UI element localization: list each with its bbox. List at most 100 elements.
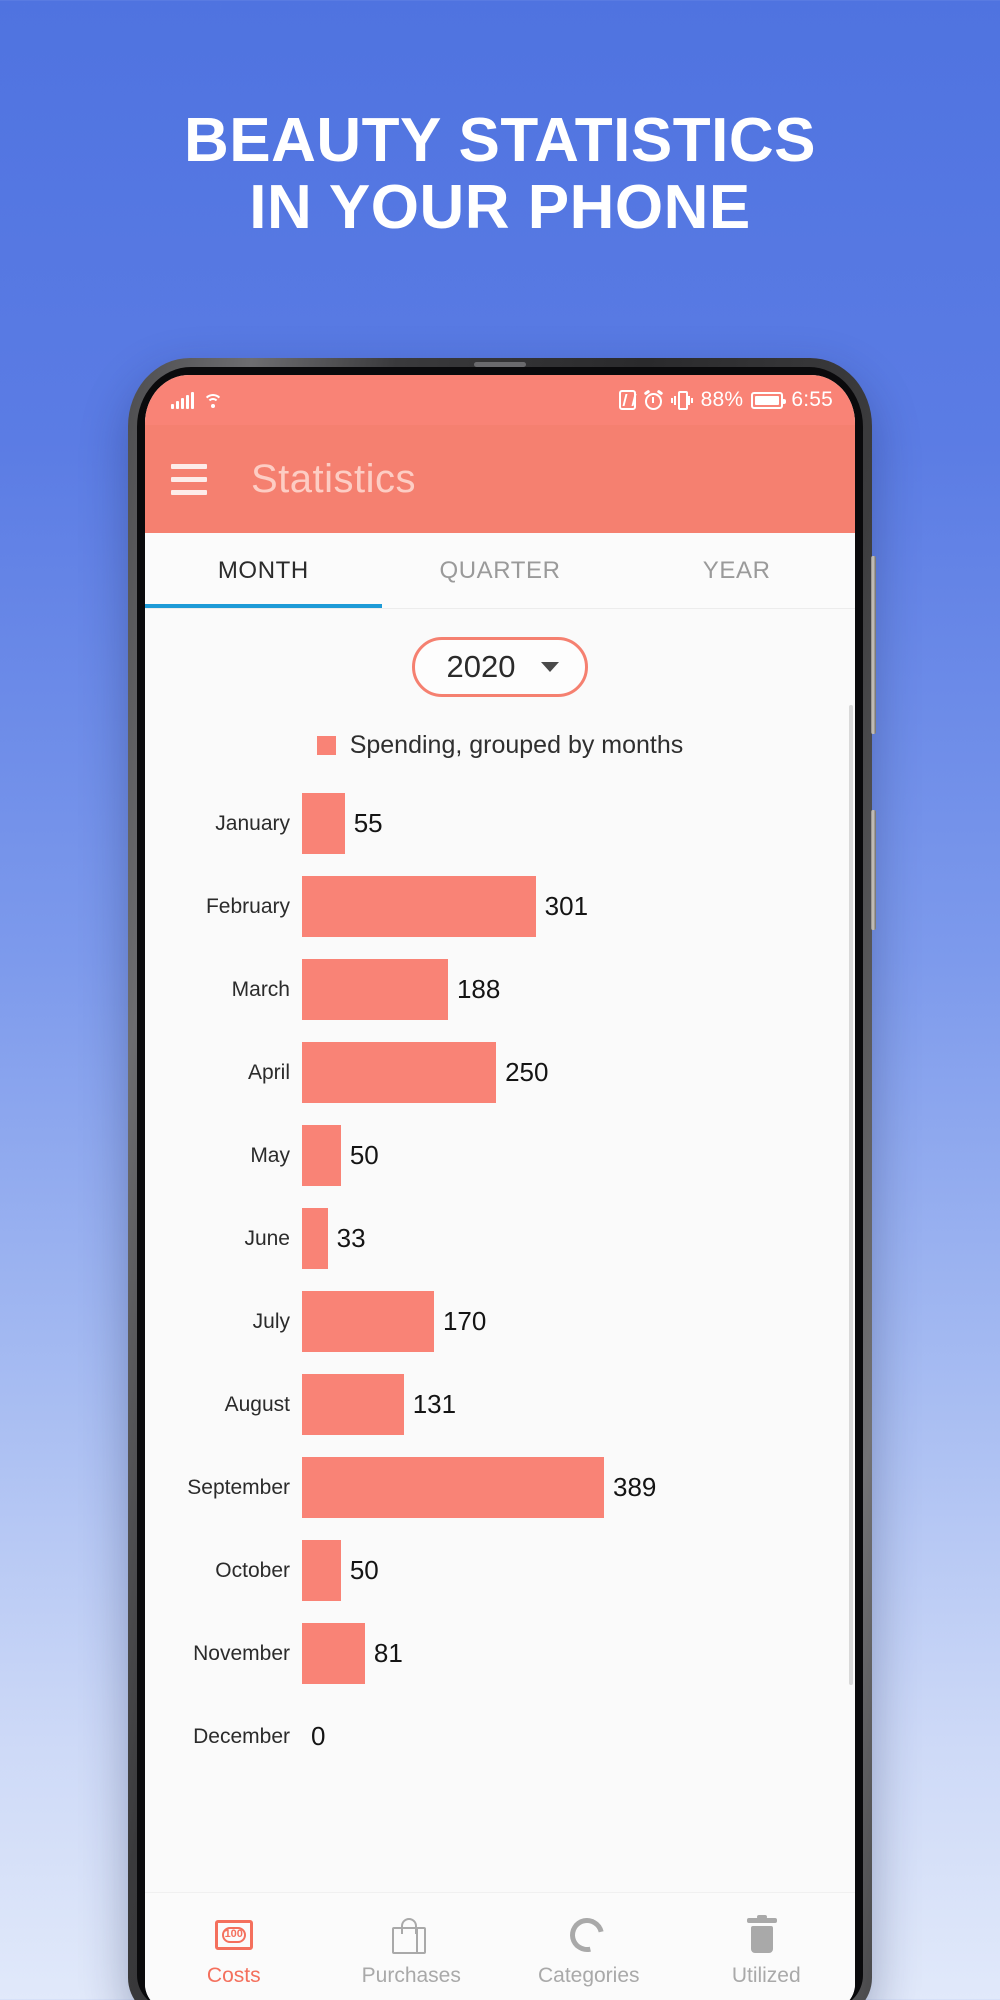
status-bar: 88% 6:55	[145, 375, 855, 425]
bar-category-label: February	[205, 894, 290, 918]
bar-value-label: 0	[311, 1721, 326, 1751]
shopping-bag-icon	[392, 1916, 430, 1954]
bar-value-label: 33	[336, 1223, 366, 1253]
bar-track: 250	[302, 1042, 843, 1103]
bar-chart-row[interactable]: March 188	[145, 948, 843, 1031]
bar-category-label: October	[215, 1558, 290, 1582]
phone-device-frame: 88% 6:55 Statistics MONTH QUARTER YEAR 2…	[128, 358, 876, 2000]
bar-track: 131	[302, 1374, 843, 1435]
bar-value-label: 250	[505, 1057, 549, 1087]
legend-label-spending: Spending, grouped by months	[349, 731, 684, 759]
bar-chart-row[interactable]: May 50	[145, 1114, 843, 1197]
bar-category-label: April	[247, 1060, 290, 1084]
bar-fill	[302, 1042, 497, 1103]
bar-fill	[302, 959, 448, 1020]
phone-power-button[interactable]	[871, 810, 876, 930]
statistics-chart-panel: 2020 Spending, grouped by months January…	[145, 609, 855, 1885]
tab-active-indicator	[145, 604, 382, 608]
bar-chart-row[interactable]: August 131	[145, 1363, 843, 1446]
bar-chart-row[interactable]: July 170	[145, 1280, 843, 1363]
bar-track: 33	[302, 1208, 843, 1269]
bar-fill	[302, 1125, 341, 1186]
bar-chart-row[interactable]: November 81	[145, 1612, 843, 1695]
bar-value-label: 188	[456, 974, 501, 1004]
bar-fill	[302, 1457, 604, 1518]
chevron-down-icon	[541, 662, 560, 672]
bar-chart-row[interactable]: October 50	[145, 1529, 843, 1612]
bar-track: 50	[302, 1125, 843, 1186]
year-filter-row: 2020	[145, 609, 855, 697]
bar-chart-bars: January 55 February 301 March 188 April 250 May 5…	[145, 782, 855, 1778]
nav-item-utilized[interactable]: Utilized	[678, 1914, 856, 1988]
bar-category-label: August	[224, 1392, 290, 1416]
bar-track: 301	[302, 876, 843, 937]
vertical-scrollbar[interactable]	[849, 705, 853, 1685]
promo-headline: BEAUTY STATISTICS IN YOUR PHONE	[0, 106, 1000, 242]
bar-category-label: January	[215, 811, 290, 835]
bar-value-label: 55	[353, 808, 383, 838]
bar-category-label: May	[250, 1143, 290, 1167]
bar-category-label: July	[252, 1309, 290, 1333]
bar-fill	[302, 1623, 365, 1684]
bar-chart-row[interactable]: April 250	[145, 1031, 843, 1114]
bar-category-label: March	[231, 977, 290, 1001]
bar-category-label: June	[244, 1226, 290, 1250]
donut-chart-icon	[563, 1911, 611, 1958]
nav-item-costs[interactable]: 100 Costs	[145, 1916, 323, 1988]
signal-bars-icon	[171, 391, 194, 409]
nav-label-costs: Costs	[206, 1963, 261, 1987]
bar-value-label: 301	[544, 891, 589, 921]
year-select-dropdown[interactable]: 2020	[411, 637, 589, 697]
phone-volume-button[interactable]	[871, 556, 876, 734]
tab-month[interactable]: MONTH	[145, 533, 382, 608]
bar-track: 81	[302, 1623, 843, 1684]
bar-category-label: September	[187, 1475, 290, 1499]
nfc-icon	[618, 390, 636, 410]
legend-swatch-spending	[316, 736, 336, 755]
app-bar: Statistics	[145, 425, 855, 533]
headline-line-2: IN YOUR PHONE	[249, 172, 751, 242]
bar-track: 0	[302, 1706, 843, 1767]
money-100-icon: 100	[214, 1916, 253, 1954]
nav-item-purchases[interactable]: Purchases	[323, 1916, 501, 1988]
bar-fill	[302, 1374, 404, 1435]
tab-quarter[interactable]: QUARTER	[382, 533, 619, 608]
bar-category-label: December	[193, 1724, 290, 1748]
trash-icon	[747, 1914, 785, 1954]
bar-chart-row[interactable]: December 0	[145, 1695, 843, 1778]
bar-fill	[302, 876, 536, 937]
phone-screen: 88% 6:55 Statistics MONTH QUARTER YEAR 2…	[145, 375, 855, 2000]
bar-value-label: 131	[412, 1389, 457, 1419]
bar-chart-row[interactable]: January 55	[145, 782, 843, 865]
year-select-value: 2020	[446, 649, 516, 684]
nav-item-categories[interactable]: Categories	[500, 1911, 678, 1988]
bar-fill	[302, 793, 345, 854]
nav-label-categories: Categories	[537, 1963, 640, 1987]
battery-icon	[751, 391, 787, 409]
bar-track: 188	[302, 959, 843, 1020]
bar-value-label: 50	[349, 1555, 379, 1585]
bar-chart-row[interactable]: September 389	[145, 1446, 843, 1529]
page-title: Statistics	[251, 456, 417, 501]
nav-label-purchases: Purchases	[361, 1963, 461, 1987]
period-tab-bar: MONTH QUARTER YEAR	[145, 533, 855, 609]
wifi-icon	[203, 393, 223, 409]
nav-label-utilized: Utilized	[731, 1963, 801, 1987]
status-bar-right: 88% 6:55	[618, 388, 833, 412]
bar-fill	[302, 1208, 328, 1269]
status-bar-left	[171, 391, 223, 409]
chart-legend: Spending, grouped by months	[145, 731, 855, 760]
bar-fill	[302, 1540, 341, 1601]
bar-track: 389	[302, 1457, 843, 1518]
bar-chart-row[interactable]: June 33	[145, 1197, 843, 1280]
bar-track: 55	[302, 793, 843, 854]
tab-year[interactable]: YEAR	[618, 533, 855, 608]
bar-fill	[302, 1291, 434, 1352]
bar-value-label: 50	[349, 1140, 379, 1170]
headline-line-1: BEAUTY STATISTICS	[184, 106, 816, 175]
battery-percent-label: 88%	[700, 388, 744, 411]
bar-value-label: 389	[613, 1472, 657, 1502]
bar-track: 50	[302, 1540, 843, 1601]
bar-chart-row[interactable]: February 301	[145, 865, 843, 948]
hamburger-menu-icon[interactable]	[171, 463, 207, 495]
